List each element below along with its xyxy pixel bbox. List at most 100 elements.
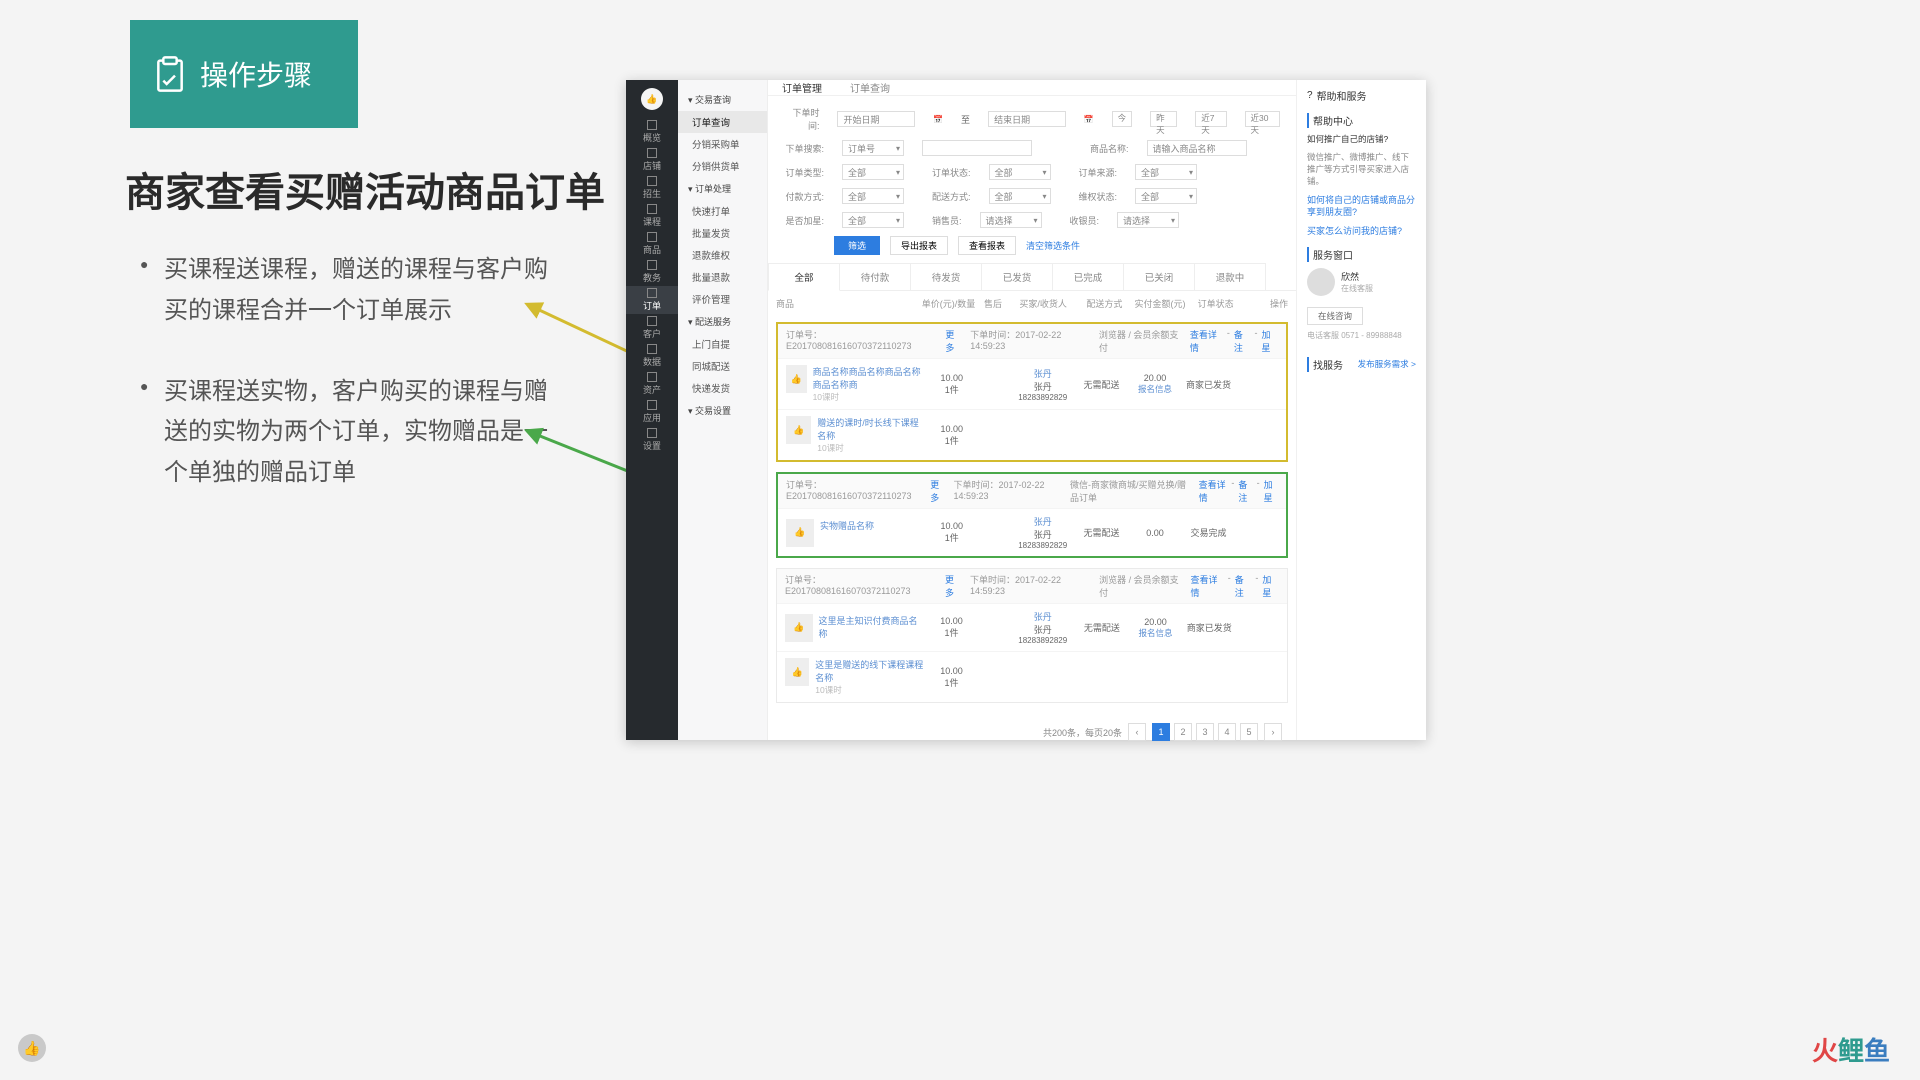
subnav-item[interactable]: 快速打单 (678, 200, 767, 222)
pager-page[interactable]: 1 (1152, 723, 1170, 741)
pager-page[interactable]: 4 (1218, 723, 1236, 741)
help-q3-link[interactable]: 买家怎么访问我的店铺? (1307, 225, 1416, 238)
quick-30d[interactable]: 近30天 (1245, 111, 1280, 127)
order-time: 下单时间：2017-02-22 14:59:23 (953, 478, 1062, 504)
order-more-link[interactable]: 更多 (930, 478, 945, 504)
order-action-link[interactable]: 备注 (1238, 478, 1252, 504)
tab-全部[interactable]: 全部 (768, 263, 840, 291)
table-header: 商品 单价(元)/数量 售后 买家/收货人 配送方式 实付金额(元) 订单状态 … (768, 291, 1296, 316)
tab-已完成[interactable]: 已完成 (1052, 263, 1124, 290)
order-action-link[interactable]: 查看详情 (1190, 573, 1223, 599)
order-action-link[interactable]: 加星 (1261, 328, 1278, 354)
report-button[interactable]: 查看报表 (958, 236, 1016, 255)
cashier-select[interactable]: 请选择 (1117, 212, 1179, 228)
order-more-link[interactable]: 更多 (945, 328, 962, 354)
nav-客户[interactable]: 客户 (626, 314, 678, 342)
order-action-link[interactable]: 查看详情 (1199, 478, 1228, 504)
nav-概览[interactable]: 概览 (626, 118, 678, 146)
pager-page[interactable]: 2 (1174, 723, 1192, 741)
nav-数据[interactable]: 数据 (626, 342, 678, 370)
help-q2-link[interactable]: 如何将自己的店铺或商品分享到朋友圈? (1307, 194, 1416, 219)
subnav-item[interactable]: 批量发货 (678, 222, 767, 244)
order-action-link[interactable]: 加星 (1262, 573, 1279, 599)
nav-店铺[interactable]: 店铺 (626, 146, 678, 174)
nav-设置[interactable]: 设置 (626, 426, 678, 454)
tab-已关闭[interactable]: 已关闭 (1123, 263, 1195, 290)
product-name[interactable]: 这里是主知识付费商品名称 (819, 614, 925, 640)
order-card: 订单号：E201708081616070372110273更多下单时间：2017… (776, 568, 1288, 703)
quick-7d[interactable]: 近7天 (1195, 111, 1226, 127)
app-logo-icon[interactable]: 👍 (641, 88, 663, 110)
nav-资产[interactable]: 资产 (626, 370, 678, 398)
tab-退款中[interactable]: 退款中 (1194, 263, 1266, 290)
tab-待付款[interactable]: 待付款 (839, 263, 911, 290)
find-service-heading: 找服务 (1307, 357, 1343, 372)
nav-教务[interactable]: 教务 (626, 258, 678, 286)
avatar (1307, 268, 1335, 296)
clear-filter-link[interactable]: 清空筛选条件 (1026, 239, 1080, 252)
product-name[interactable]: 实物赠品名称 (820, 519, 874, 532)
nav-订单[interactable]: 订单 (626, 286, 678, 314)
star-select[interactable]: 全部 (842, 212, 904, 228)
filter-source-label: 订单来源: (1079, 166, 1118, 179)
search-type-select[interactable]: 订单号 (842, 140, 904, 156)
amount-sub-link[interactable]: 报名信息 (1128, 383, 1181, 395)
pager-next[interactable]: › (1264, 723, 1282, 741)
tab-已发货[interactable]: 已发货 (981, 263, 1053, 290)
product-name[interactable]: 赠送的课时/时长线下课程名称 (817, 416, 925, 442)
pay-select[interactable]: 全部 (842, 188, 904, 204)
order-source-select[interactable]: 全部 (1135, 164, 1197, 180)
filter-deliver-label: 配送方式: (932, 190, 971, 203)
product-name[interactable]: 商品名称商品名称商品名称商品名称商 (813, 365, 925, 391)
order-action-link[interactable]: 查看详情 (1190, 328, 1223, 354)
order-row: 👍赠送的课时/时长线下课程名称10课时10.001件 (778, 409, 1286, 460)
order-more-link[interactable]: 更多 (945, 573, 962, 599)
pager-page[interactable]: 3 (1196, 723, 1214, 741)
subnav-group[interactable]: ▾ 订单处理 (678, 177, 767, 200)
order-action-link[interactable]: 加星 (1264, 478, 1278, 504)
publish-request-link[interactable]: 发布服务需求 > (1358, 359, 1416, 371)
sales-select[interactable]: 请选择 (980, 212, 1042, 228)
subnav-item[interactable]: 快递发货 (678, 377, 767, 399)
quick-today[interactable]: 今 (1112, 111, 1133, 127)
chat-button[interactable]: 在线咨询 (1307, 307, 1363, 325)
calendar-icon[interactable]: 📅 (933, 115, 943, 124)
product-name[interactable]: 这里是赠送的线下课程课程名称 (815, 658, 924, 684)
subnav-item[interactable]: 上门自提 (678, 333, 767, 355)
subnav-item[interactable]: 分销采购单 (678, 133, 767, 155)
subnav-group[interactable]: ▾ 交易设置 (678, 399, 767, 422)
order-action-link[interactable]: 备注 (1235, 573, 1252, 599)
calendar-icon[interactable]: 📅 (1084, 115, 1094, 124)
subnav-item[interactable]: 评价管理 (678, 288, 767, 310)
deliver-select[interactable]: 全部 (989, 188, 1051, 204)
order-action-link[interactable]: 备注 (1234, 328, 1251, 354)
rights-select[interactable]: 全部 (1135, 188, 1197, 204)
subnav-item[interactable]: 同城配送 (678, 355, 767, 377)
pager-prev[interactable]: ‹ (1128, 723, 1146, 741)
filter-button[interactable]: 筛选 (834, 236, 880, 255)
order-status: 商家已发货 (1182, 378, 1235, 391)
order-status-select[interactable]: 全部 (989, 164, 1051, 180)
export-button[interactable]: 导出报表 (890, 236, 948, 255)
nav-课程[interactable]: 课程 (626, 202, 678, 230)
order-type-select[interactable]: 全部 (842, 164, 904, 180)
subnav-item[interactable]: 订单查询 (678, 111, 767, 133)
search-input[interactable] (922, 140, 1032, 156)
tab-待发货[interactable]: 待发货 (910, 263, 982, 290)
date-from-input[interactable]: 开始日期 (837, 111, 915, 127)
pager-page[interactable]: 5 (1240, 723, 1258, 741)
filter-panel: 下单时间: 开始日期 📅 至 结束日期 📅 今 昨天 近7天 近30天 下单搜索… (768, 95, 1296, 263)
subnav-group[interactable]: ▾ 配送服务 (678, 310, 767, 333)
subnav-item[interactable]: 分销供货单 (678, 155, 767, 177)
subnav-group[interactable]: ▾ 交易查询 (678, 88, 767, 111)
nav-应用[interactable]: 应用 (626, 398, 678, 426)
crumb-title: 订单管理 (782, 80, 822, 95)
date-to-input[interactable]: 结束日期 (988, 111, 1066, 127)
goods-name-input[interactable]: 请输入商品名称 (1147, 140, 1247, 156)
quick-yesterday[interactable]: 昨天 (1150, 111, 1177, 127)
subnav-item[interactable]: 退款维权 (678, 244, 767, 266)
nav-商品[interactable]: 商品 (626, 230, 678, 258)
amount-sub-link[interactable]: 报名信息 (1129, 627, 1183, 639)
subnav-item[interactable]: 批量退款 (678, 266, 767, 288)
nav-招生[interactable]: 招生 (626, 174, 678, 202)
